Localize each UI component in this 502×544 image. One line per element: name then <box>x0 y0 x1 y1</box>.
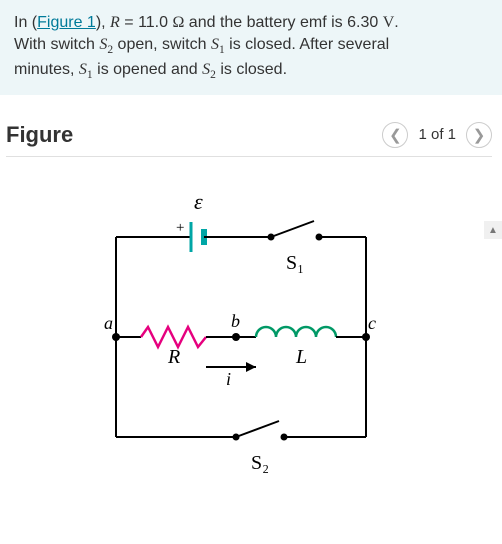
symbol-S1b: S1 <box>79 61 93 78</box>
prev-button[interactable]: ❮ <box>382 122 408 148</box>
problem-statement: In (Figure 1), R = 11.0 Ω and the batter… <box>0 0 502 96</box>
circuit-diagram: ε + S₁ S₂ a b c R L i <box>6 167 486 477</box>
symbol-R: R <box>110 14 120 31</box>
label-b: b <box>231 311 240 331</box>
text: With switch <box>14 36 99 53</box>
label-S2: S₂ <box>251 452 269 474</box>
label-L: L <box>295 346 307 368</box>
symbol-S1: S1 <box>211 36 225 53</box>
label-S1: S₁ <box>286 252 304 274</box>
symbol-S2b: S2 <box>202 61 216 78</box>
figure-link[interactable]: Figure 1 <box>37 14 96 31</box>
next-button[interactable]: ❯ <box>466 122 492 148</box>
text: open, switch <box>113 36 211 53</box>
text: is opened and <box>93 61 202 78</box>
text: . <box>394 14 398 31</box>
chevron-right-icon: ❯ <box>473 126 486 144</box>
label-a: a <box>104 313 113 333</box>
text: minutes, <box>14 61 79 78</box>
circuit-svg: ε + S₁ S₂ a b c R L i <box>86 177 406 477</box>
text: ), <box>96 14 110 31</box>
figure-header: Figure ❮ 1 of 1 ❯ <box>6 122 492 156</box>
symbol-S2: S2 <box>99 36 113 53</box>
unit-volt: V <box>383 14 395 31</box>
label-i: i <box>226 369 231 389</box>
figure-pager: ❮ 1 of 1 ❯ <box>382 122 492 148</box>
text: = 11.0 <box>120 14 173 31</box>
divider <box>6 156 492 157</box>
page-indicator: 1 of 1 <box>418 126 456 143</box>
label-R: R <box>167 346 180 368</box>
text: and the battery emf is 6.30 <box>184 14 382 31</box>
text: is closed. <box>216 61 287 78</box>
label-plus: + <box>176 220 184 236</box>
figure-section: Figure ❮ 1 of 1 ❯ ▲ <box>0 96 502 477</box>
chevron-left-icon: ❮ <box>389 126 402 144</box>
label-c: c <box>368 313 376 333</box>
text: In ( <box>14 14 37 31</box>
text: is closed. After several <box>225 36 390 53</box>
label-emf: ε <box>194 189 203 214</box>
unit-ohm: Ω <box>172 14 184 31</box>
scroll-up-icon[interactable]: ▲ <box>484 221 502 239</box>
figure-title: Figure <box>6 122 73 148</box>
